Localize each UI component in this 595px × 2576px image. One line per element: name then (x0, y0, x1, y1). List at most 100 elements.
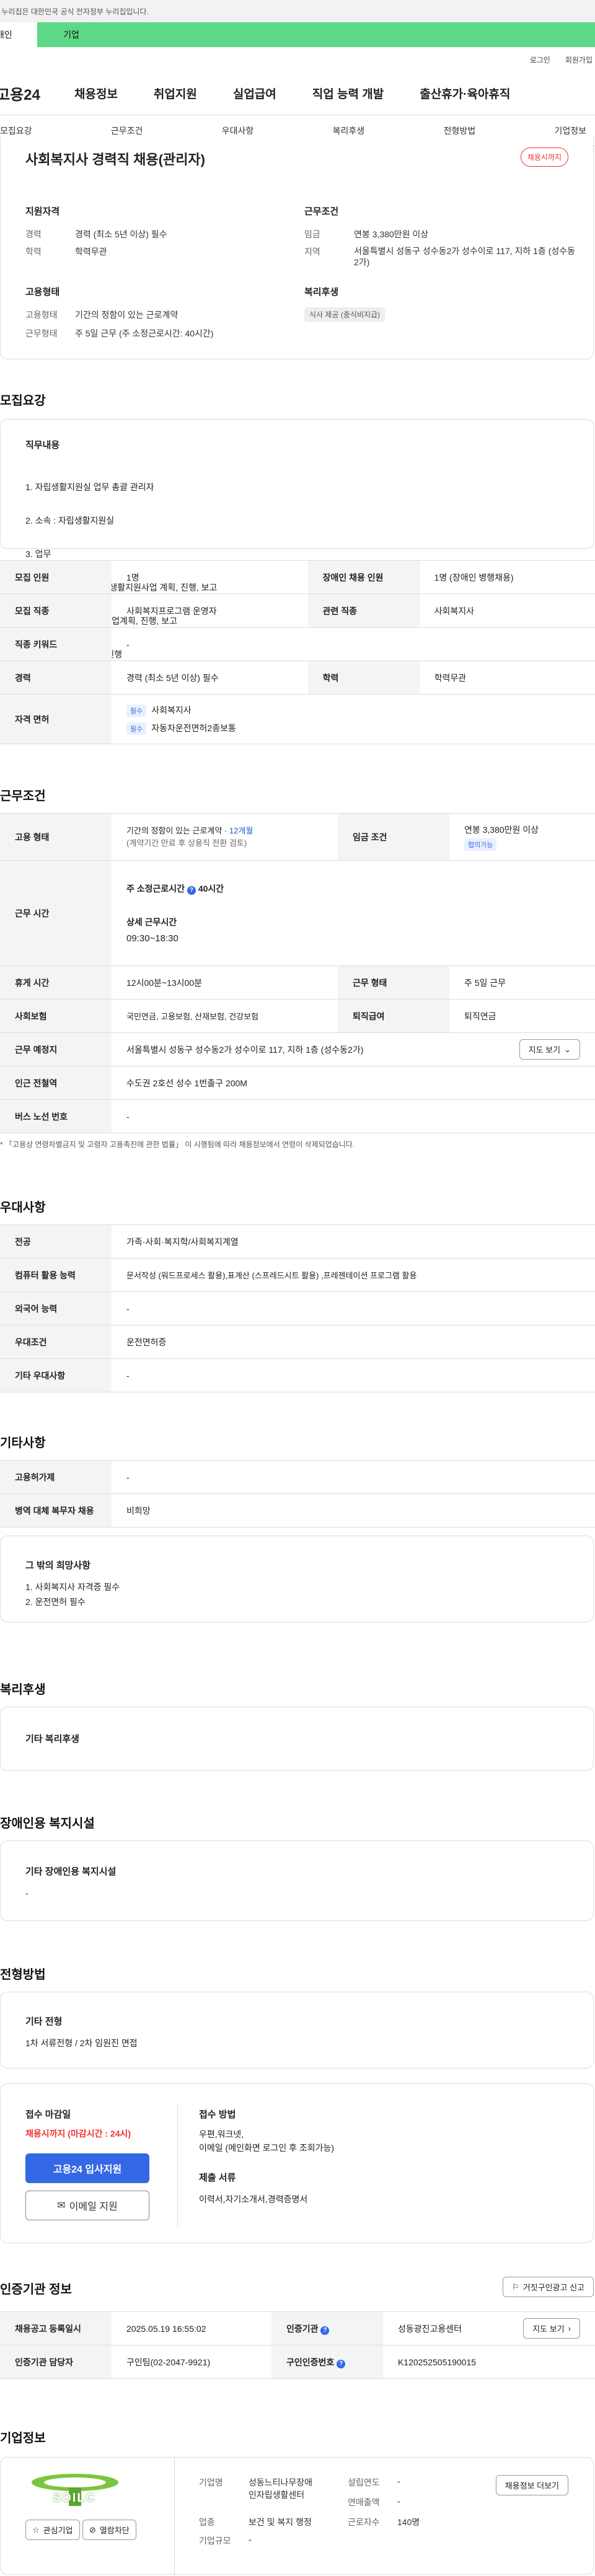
more-jobs-label: 채용정보 더보기 (505, 2481, 559, 2490)
cell-header: 장애인 채용 인원 (307, 560, 420, 594)
gov-notice-bar: 이 누리집은 대한민국 공식 전자정부 누리집입니다. (0, 0, 595, 22)
anchor-preferences[interactable]: 우대사항 (222, 125, 254, 137)
cell-value: 비희망 (112, 1493, 595, 1528)
negotiable-tag: 협의가능 (464, 838, 497, 851)
facility-card: 기타 장애인용 복지시설 - (0, 1840, 594, 1921)
cell-value: 경력 (최소 5년 이상) 필수 (112, 661, 308, 695)
career-label: 경력 (25, 229, 42, 239)
tab-personal[interactable]: 개인 (0, 22, 37, 47)
company-section-title: 기업정보 (0, 2432, 46, 2445)
cell-header: 컴퓨터 활용 능력 (0, 1258, 112, 1292)
etc-table: 고용허가제 - 병역 대체 복무자 채용 비희망 (0, 1460, 595, 1528)
map-button-label: 지도 보기 (528, 1045, 561, 1055)
required-tag: 필수 (126, 704, 147, 717)
deadline-value: 채용시까지 (마감시간 : 24시) (25, 2129, 131, 2139)
cell-header: 인증기관 담당자 (0, 2345, 112, 2379)
cert-agency-value: 성동광진고용센터 (397, 2323, 462, 2334)
cell-value: - (112, 627, 595, 661)
conditions-heading: 근무조건 (304, 206, 339, 217)
more-jobs-button[interactable]: 채용정보 더보기 (495, 2475, 568, 2495)
table-row: 경력 경력 (최소 5년 이상) 필수 학력 학력무관 (0, 661, 595, 695)
cert-agency-cell: 성동광진고용센터 지도 보기 › (382, 2311, 595, 2345)
cell-header: 사회보험 (0, 999, 112, 1033)
gnb-employment-support[interactable]: 취업지원 (154, 85, 197, 102)
duty-card: 직무내용 1. 자립생활지원실 업무 총괄 관리자 2. 소속 : 자립생활지원… (0, 419, 594, 659)
cell-header: 채용공고 등록일시 (0, 2311, 112, 2345)
anchor-conditions[interactable]: 근무조건 (111, 125, 143, 137)
cell-header: 구인인증번호 ? (271, 2345, 383, 2379)
info-icon[interactable]: ? (337, 2359, 346, 2368)
place-cell: 서울특별시 성동구 성수동2가 성수이로 117, 지하 1층 (성수동2가) 지… (112, 1032, 595, 1066)
cell-header: 학력 (307, 661, 420, 695)
detail-hours-label: 상세 근무시간 (126, 917, 177, 927)
welfare-card: 기타 복리후생 (0, 1707, 594, 1771)
contract-months: 12개월 (229, 825, 253, 835)
cell-header: 병역 대체 복무자 채용 (0, 1493, 112, 1528)
apply-button[interactable]: 고용24 입사지원 (25, 2153, 149, 2183)
company-industry-row: 업종 보건 및 복지 행정 (199, 2516, 312, 2528)
table-row: 모집 직종 사회복지프로그램 운영자 관련 직종 사회복지사 (0, 594, 595, 628)
summary-location: 지역 서울특별시 성동구 성수동2가 성수이로 117, 지하 1층 (성수동2가… (304, 245, 577, 268)
cell-value: 사회복지프로그램 운영자 (112, 594, 308, 628)
company-size-row: 기업규모 - (199, 2534, 252, 2547)
company-name-line: 인자립생활센터 (249, 2490, 305, 2500)
cert-agency-label: 인증기관 (286, 2323, 319, 2334)
welfare-chip-text: 식사 제공 (중식비지급) (304, 307, 386, 322)
table-row: 근무 시간 주 소정근로시간 ? 40시간 상세 근무시간 09:30~18:3… (0, 860, 595, 966)
worktype-value: 주 5일 근무 (주 소정근로시간: 40시간) (75, 328, 214, 338)
job-summary-card: 사회복지사 경력직 채용(관리자) 채용시까지 지원자격 경력 경력 (최소 5년… (0, 136, 594, 359)
cell-header: 관련 직종 (307, 594, 420, 628)
block-company-button[interactable]: ⊘ 열람차단 (82, 2520, 136, 2540)
bell-icon: ⚐ (512, 2282, 519, 2292)
report-button[interactable]: ⚐ 거짓구인광고 신고 (503, 2277, 594, 2297)
cell-value: 학력무관 (419, 661, 595, 695)
cell-value: 주 5일 근무 (449, 965, 595, 1000)
cell-value: 구인팀(02-2047-9921) (112, 2345, 271, 2379)
cell-header: 인근 전철역 (0, 1066, 112, 1100)
utility-menu: 로그인 회원가입 (0, 47, 595, 72)
anchor-screening[interactable]: 전형방법 (444, 125, 476, 137)
anchor-recruit[interactable]: 모집요강 (0, 125, 32, 137)
cell-header: 직종 키워드 (0, 627, 112, 661)
cell-value: 1명 (112, 560, 308, 594)
gnb-vocational-training[interactable]: 직업 능력 개발 (312, 85, 384, 102)
cell-value: 수도권 2호선 성수 1번출구 200M (112, 1066, 595, 1100)
logo[interactable]: 고용24 (0, 82, 74, 104)
summary-wage: 임금 연봉 3,380만원 이상 (304, 228, 428, 240)
duty-line: 2. 소속 : 자립생활지원실 (25, 516, 115, 525)
cell-header: 모집 인원 (0, 560, 112, 594)
method-heading: 접수 방법 (199, 2109, 236, 2120)
cell-value: - (112, 1460, 595, 1494)
anchor-company[interactable]: 기업정보 (554, 125, 586, 137)
deadline-heading: 접수 마감일 (25, 2109, 71, 2120)
favorite-company-button[interactable]: ☆ 관심기업 (25, 2520, 80, 2540)
gnb-parental-leave[interactable]: 출산휴가·육아휴직 (420, 85, 510, 102)
duty-line: 3. 업무 (25, 549, 51, 559)
cell-value: 가족·사회·복지학/사회복지계열 (112, 1224, 595, 1259)
employment-label: 고용형태 (25, 310, 58, 320)
tab-company[interactable]: 기업 (37, 22, 105, 47)
cert-map-button[interactable]: 지도 보기 › (523, 2318, 580, 2339)
table-row: 인증기관 담당자 구인팀(02-2047-9921) 구인인증번호 ? K120252… (0, 2345, 595, 2379)
signup-link[interactable]: 회원가입 (565, 55, 593, 65)
info-icon[interactable]: ? (320, 2326, 330, 2335)
login-link[interactable]: 로그인 (530, 55, 550, 65)
info-icon[interactable]: ? (187, 886, 196, 895)
conditions-section-title: 근무조건 (0, 789, 46, 803)
company-logo-text: SDILC (53, 2491, 96, 2505)
gnb-unemployment-benefit[interactable]: 실업급여 (233, 85, 276, 102)
map-button[interactable]: 지도 보기 ⌄ (519, 1039, 580, 1060)
gov-notice-text: 이 누리집은 대한민국 공식 전자정부 누리집입니다. (0, 7, 149, 16)
facility-section-title: 장애인용 복지시설 (0, 1817, 95, 1831)
anchor-welfare[interactable]: 복리후생 (333, 125, 365, 137)
email-apply-button[interactable]: ✉ 이메일 지원 (25, 2191, 149, 2220)
favorite-label: 관심기업 (43, 2526, 73, 2535)
wage-label: 임금 (304, 229, 320, 239)
cell-header: 휴게 시간 (0, 965, 112, 1000)
summary-worktype: 근무형태 주 5일 근무 (주 소정근로시간: 40시간) (25, 327, 213, 340)
gnb-job-info[interactable]: 채용정보 (74, 85, 118, 102)
wage-value: 연봉 3,380만원 이상 (354, 229, 429, 239)
cell-header: 모집 직종 (0, 594, 112, 628)
divider (177, 2103, 178, 2227)
duty-heading: 직무내용 (25, 440, 60, 451)
